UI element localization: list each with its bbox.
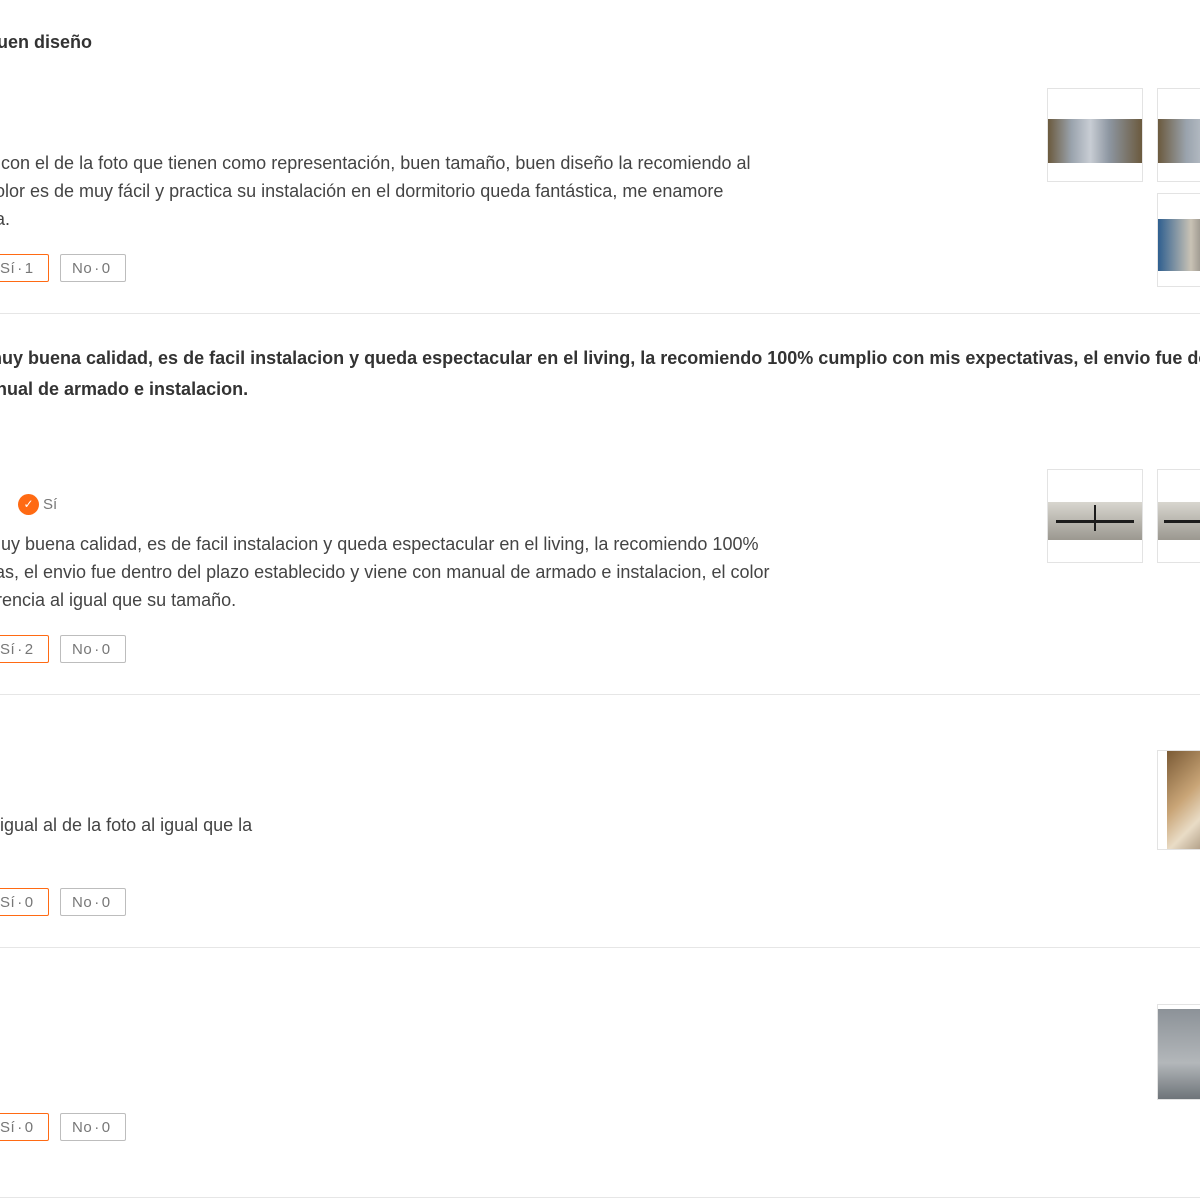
photo xyxy=(1048,119,1142,163)
review-divider xyxy=(0,947,1200,948)
review-title: buen diseño xyxy=(0,32,93,52)
vote-yes-label: Sí xyxy=(0,1119,16,1136)
vote-yes-label: Sí xyxy=(0,641,16,658)
review-title: anual de armado e instalacion. xyxy=(0,379,249,399)
helpful-yes-button[interactable]: Sí · 0 xyxy=(0,1113,49,1141)
vote-yes-count: 2 xyxy=(24,641,34,658)
helpful-yes-button[interactable]: Sí · 0 xyxy=(0,888,49,916)
review-photo-thumbnail[interactable] xyxy=(1047,88,1143,182)
helpful-yes-button[interactable]: Sí · 1 xyxy=(0,254,49,282)
vote-yes-label: Sí xyxy=(0,260,16,277)
helpful-no-button[interactable]: No · 0 xyxy=(60,254,126,282)
vote-yes-count: 1 xyxy=(24,260,34,277)
vote-no-count: 0 xyxy=(101,894,111,911)
reviews-page: buen diseño e con el de la foto que tien… xyxy=(0,0,1200,1200)
vote-separator: · xyxy=(17,1119,23,1136)
photo xyxy=(1158,219,1200,271)
vote-yes-label: Sí xyxy=(0,894,16,911)
helpful-no-button[interactable]: No · 0 xyxy=(60,1113,126,1141)
vote-separator: · xyxy=(17,260,23,277)
review-body-line: s igual al de la foto al igual que la xyxy=(0,815,253,835)
vote-no-label: No xyxy=(72,641,93,658)
vote-separator: · xyxy=(17,894,23,911)
vote-separator: · xyxy=(94,260,100,277)
helpful-no-button[interactable]: No · 0 xyxy=(60,635,126,663)
vote-separator: · xyxy=(94,1119,100,1136)
photo xyxy=(1167,751,1200,849)
review-photo-thumbnail[interactable] xyxy=(1157,469,1200,563)
review-divider xyxy=(0,1197,1200,1198)
verified-label: Sí xyxy=(43,496,58,513)
lamp-arm xyxy=(1164,520,1200,523)
lamp-stem xyxy=(1094,505,1096,531)
vote-separator: · xyxy=(17,641,23,658)
vote-separator: · xyxy=(94,641,100,658)
review-body-line: e con el de la foto que tienen como repr… xyxy=(0,153,751,173)
vote-no-count: 0 xyxy=(101,1119,111,1136)
review-photo-thumbnail[interactable] xyxy=(1047,469,1143,563)
check-circle-icon: ✓ xyxy=(18,494,39,515)
vote-no-label: No xyxy=(72,260,93,277)
review-body-line: muy buena calidad, es de facil instalaci… xyxy=(0,534,759,554)
photo xyxy=(1158,119,1200,163)
helpful-no-button[interactable]: No · 0 xyxy=(60,888,126,916)
review-body-line: sa. xyxy=(0,209,11,229)
photo xyxy=(1158,1009,1200,1099)
vote-separator: · xyxy=(94,894,100,911)
review-photo-thumbnail[interactable] xyxy=(1157,88,1200,182)
review-body-line: erencia al igual que su tamaño. xyxy=(0,590,237,610)
review-body-line: color es de muy fácil y practica su inst… xyxy=(0,181,724,201)
review-title: muy buena calidad, es de facil instalaci… xyxy=(0,348,1200,368)
review-photo-thumbnail[interactable] xyxy=(1157,1004,1200,1100)
review-divider xyxy=(0,313,1200,314)
vote-no-count: 0 xyxy=(101,641,111,658)
review-body-line: vas, el envio fue dentro del plazo estab… xyxy=(0,562,770,582)
vote-yes-count: 0 xyxy=(24,894,34,911)
vote-no-label: No xyxy=(72,1119,93,1136)
review-divider xyxy=(0,694,1200,695)
vote-yes-count: 0 xyxy=(24,1119,34,1136)
review-photo-thumbnail[interactable] xyxy=(1157,750,1200,850)
review-photo-thumbnail[interactable] xyxy=(1157,193,1200,287)
vote-no-count: 0 xyxy=(101,260,111,277)
vote-no-label: No xyxy=(72,894,93,911)
helpful-yes-button[interactable]: Sí · 2 xyxy=(0,635,49,663)
